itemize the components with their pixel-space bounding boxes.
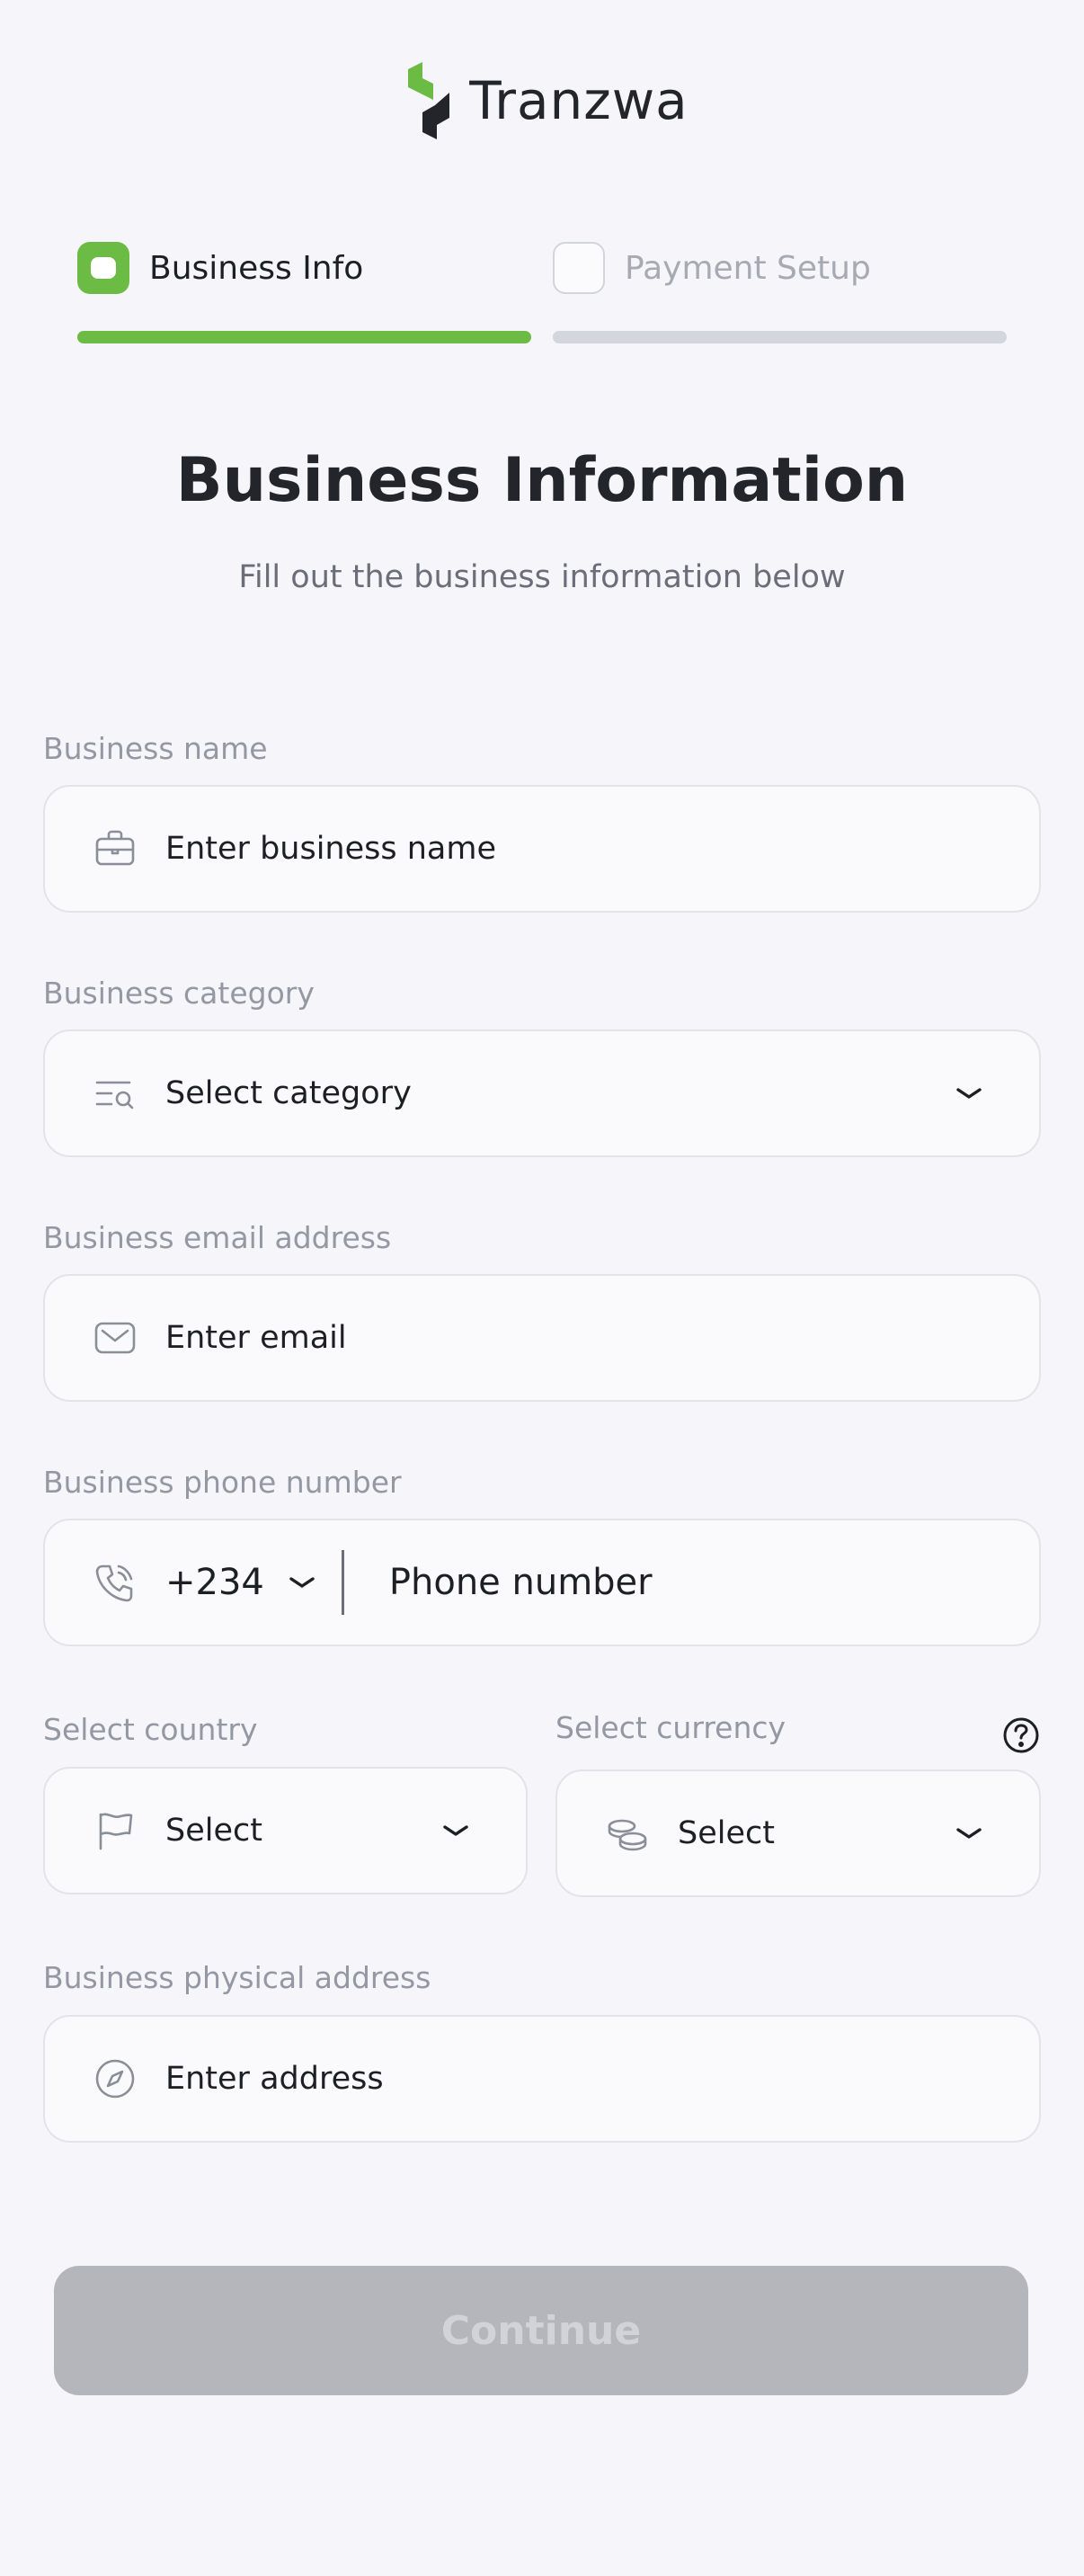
business-email-label: Business email address [43, 1220, 392, 1255]
step-label: Business Info [149, 249, 364, 287]
business-name-placeholder: Enter business name [165, 831, 496, 867]
address-label: Business physical address [43, 1960, 431, 1995]
currency-label: Select currency [555, 1710, 786, 1745]
step-progress-bar [553, 331, 1007, 343]
app-logo: Tranzwa [0, 58, 1084, 144]
currency-select[interactable]: Select [555, 1769, 1041, 1897]
business-category-select[interactable]: Select category [43, 1030, 1041, 1157]
page-subtitle: Fill out the business information below [238, 559, 846, 595]
coins-icon [608, 1819, 647, 1851]
country-code-select[interactable]: +234 [165, 1562, 264, 1603]
address-field[interactable]: Enter address [43, 2015, 1041, 2143]
business-phone-label: Business phone number [43, 1465, 402, 1500]
flag-icon [99, 1813, 133, 1850]
step-label: Payment Setup [625, 249, 871, 287]
mail-icon [94, 1322, 136, 1354]
chevron-down-icon [443, 1825, 468, 1836]
chevron-down-icon [289, 1577, 315, 1588]
brand-name: Tranzwa [469, 70, 689, 131]
chevron-down-icon [956, 1088, 982, 1099]
business-name-label: Business name [43, 731, 268, 766]
step-payment-setup[interactable]: Payment Setup [553, 241, 1007, 343]
compass-icon [95, 2059, 135, 2099]
list-search-icon [95, 1081, 134, 1110]
continue-button[interactable]: Continue [54, 2266, 1028, 2395]
chevron-down-icon [956, 1828, 982, 1839]
step-inactive-indicator-icon [553, 242, 605, 294]
business-email-field[interactable]: Enter email [43, 1274, 1041, 1402]
phone-divider [341, 1550, 344, 1615]
business-category-label: Business category [43, 976, 315, 1011]
step-progress-bar [77, 331, 531, 343]
business-phone-field[interactable]: +234 Phone number [43, 1519, 1041, 1646]
phone-icon [95, 1564, 133, 1602]
stepper: Business Info Payment Setup [77, 241, 1007, 349]
tranzwa-logo-icon [408, 62, 450, 139]
page-title: Business Information [175, 445, 909, 516]
country-label: Select country [43, 1712, 258, 1747]
country-placeholder: Select [165, 1813, 262, 1849]
step-active-indicator-icon [77, 242, 129, 294]
step-business-info[interactable]: Business Info [77, 241, 531, 343]
question-circle-icon[interactable] [1001, 1716, 1041, 1755]
currency-placeholder: Select [678, 1815, 775, 1851]
business-category-placeholder: Select category [165, 1075, 412, 1111]
address-placeholder: Enter address [165, 2061, 384, 2097]
country-select[interactable]: Select [43, 1767, 528, 1894]
phone-number-input[interactable]: Phone number [389, 1562, 653, 1603]
business-email-placeholder: Enter email [165, 1320, 347, 1356]
briefcase-icon [95, 830, 135, 866]
business-name-field[interactable]: Enter business name [43, 785, 1041, 913]
